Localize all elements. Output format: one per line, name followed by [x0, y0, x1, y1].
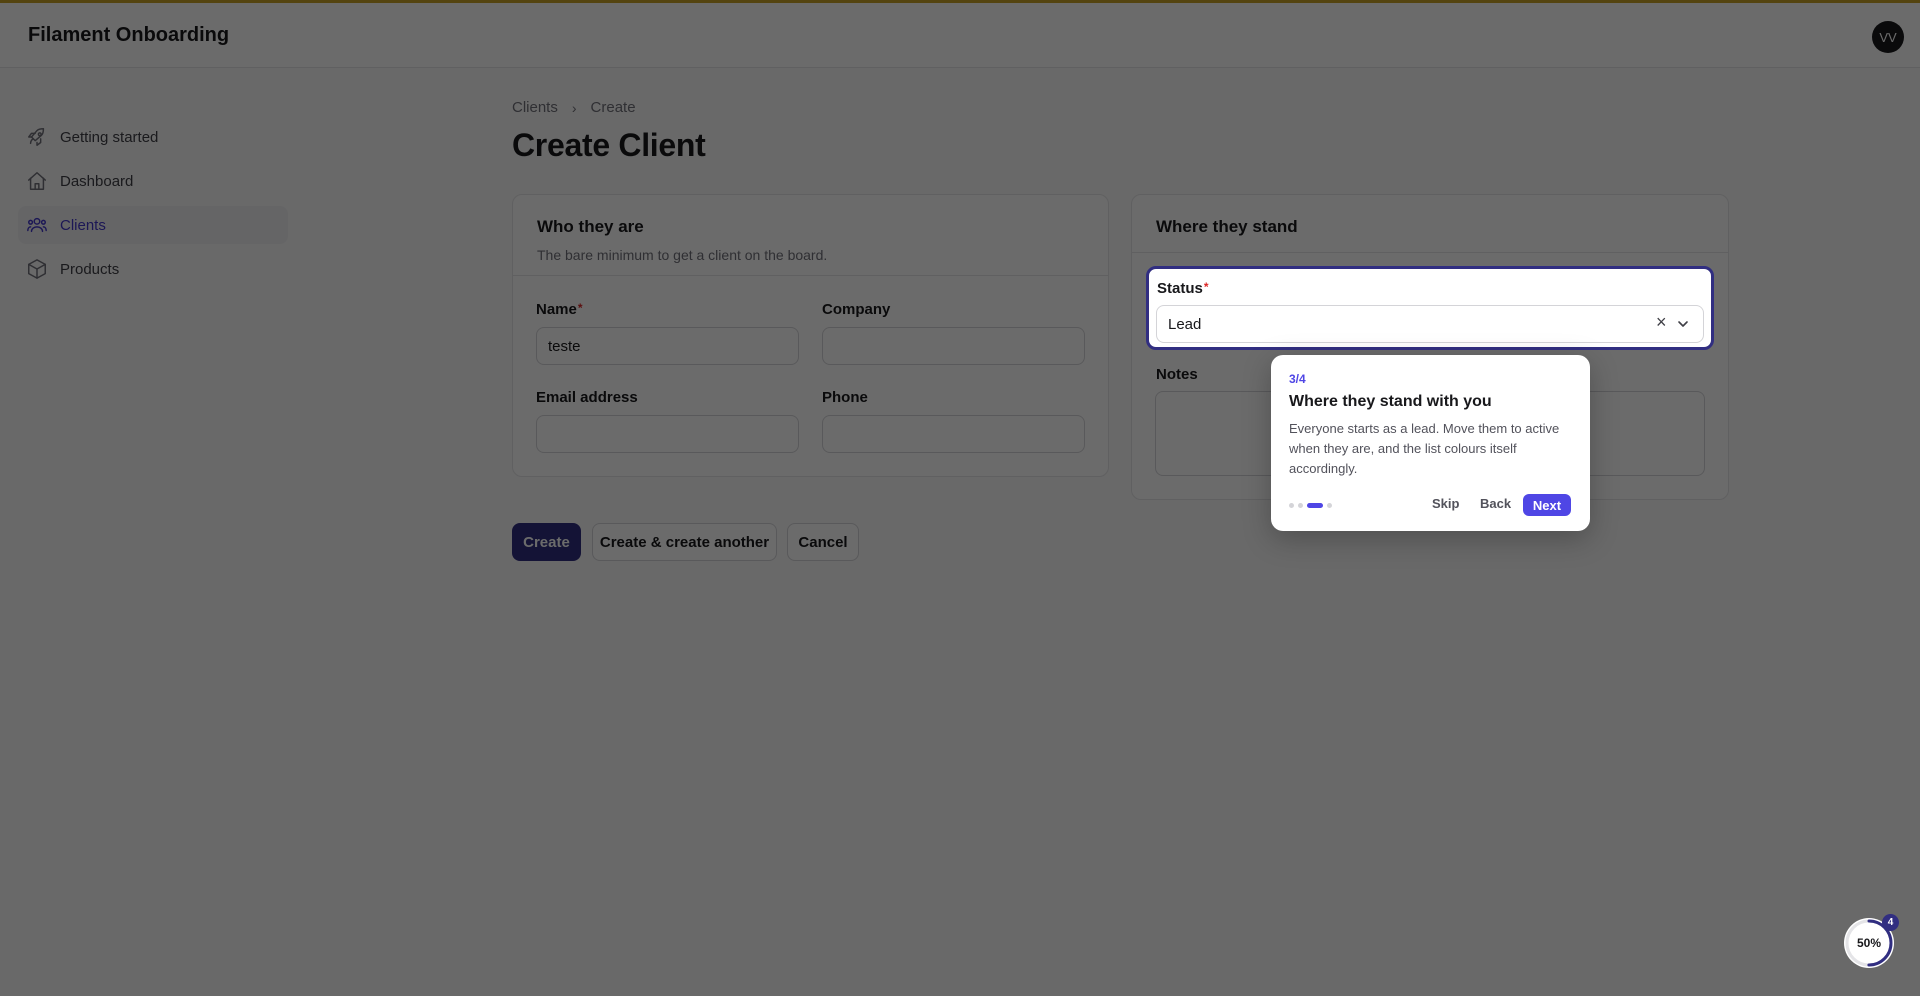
tour-skip-button[interactable]: Skip [1432, 496, 1459, 511]
sidebar: Getting started Dashboard Clients Produc… [0, 68, 300, 996]
name-label: Name* [536, 301, 583, 318]
company-field[interactable] [822, 327, 1085, 365]
sidebar-item-getting-started[interactable]: Getting started [18, 118, 288, 156]
required-mark: * [577, 301, 583, 315]
tour-progress-dots [1289, 503, 1336, 508]
sidebar-item-label: Dashboard [60, 172, 134, 190]
breadcrumb-link-clients[interactable]: Clients [512, 99, 558, 116]
status-label-text: Status [1157, 280, 1203, 297]
status-select[interactable]: Lead [1156, 305, 1704, 343]
email-label: Email address [536, 389, 638, 406]
breadcrumb-current: Create [590, 99, 636, 116]
tour-dot [1298, 503, 1303, 508]
name-label-text: Name [536, 301, 577, 318]
page-title: Create Client [512, 127, 706, 163]
phone-label: Phone [822, 389, 868, 406]
phone-field[interactable] [822, 415, 1085, 453]
avatar[interactable]: VV [1872, 21, 1904, 53]
breadcrumb-separator: › [571, 99, 577, 116]
users-icon [27, 217, 47, 233]
status-field-highlight: Status* Lead × [1146, 266, 1714, 350]
close-icon[interactable]: × [1656, 312, 1667, 333]
status-label: Status* [1157, 280, 1209, 297]
onboarding-progress-widget[interactable]: 50% 4 [1844, 914, 1899, 968]
sidebar-item-products[interactable]: Products [18, 250, 288, 288]
rocket-icon [28, 128, 45, 146]
name-field[interactable]: teste [536, 327, 799, 365]
tour-dot [1289, 503, 1294, 508]
tour-step-counter: 3/4 [1289, 372, 1306, 386]
company-label: Company [822, 301, 891, 318]
sidebar-item-dashboard[interactable]: Dashboard [18, 162, 288, 200]
tour-dot-active [1307, 503, 1323, 508]
tour-body: Everyone starts as a lead. Move them to … [1289, 421, 1560, 476]
sidebar-item-label: Clients [60, 216, 106, 234]
tour-popover: 3/4 Where they stand with you Everyone s… [1271, 355, 1590, 531]
create-button[interactable]: Create [512, 523, 581, 561]
progress-badge: 4 [1882, 914, 1899, 931]
sidebar-item-label: Products [60, 260, 120, 278]
sidebar-item-label: Getting started [60, 128, 159, 146]
home-icon [28, 172, 46, 190]
tour-next-button[interactable]: Next [1523, 494, 1571, 516]
status-select-value: Lead [1168, 315, 1202, 333]
section-title: Where they stand [1156, 217, 1298, 236]
app-title[interactable]: Filament Onboarding [28, 24, 229, 47]
breadcrumb: Clients › Create [512, 99, 636, 116]
section-title: Who they are [537, 217, 644, 236]
required-mark: * [1203, 280, 1209, 294]
section-description: The bare minimum to get a client on the … [537, 247, 828, 263]
topbar: Filament Onboarding VV [0, 3, 1920, 68]
create-another-button[interactable]: Create & create another [592, 523, 777, 561]
sidebar-item-clients[interactable]: Clients [18, 206, 288, 244]
email-field[interactable] [536, 415, 799, 453]
section-header: Who they are The bare minimum to get a c… [513, 195, 1108, 276]
tour-back-button[interactable]: Back [1480, 496, 1511, 511]
notes-label: Notes [1156, 366, 1198, 383]
tour-title: Where they stand with you [1289, 393, 1492, 410]
tour-dot [1327, 503, 1332, 508]
cancel-button[interactable]: Cancel [787, 523, 859, 561]
chevron-down-icon[interactable] [1677, 318, 1689, 330]
cube-icon [28, 259, 46, 279]
section-header: Where they stand [1132, 195, 1728, 253]
